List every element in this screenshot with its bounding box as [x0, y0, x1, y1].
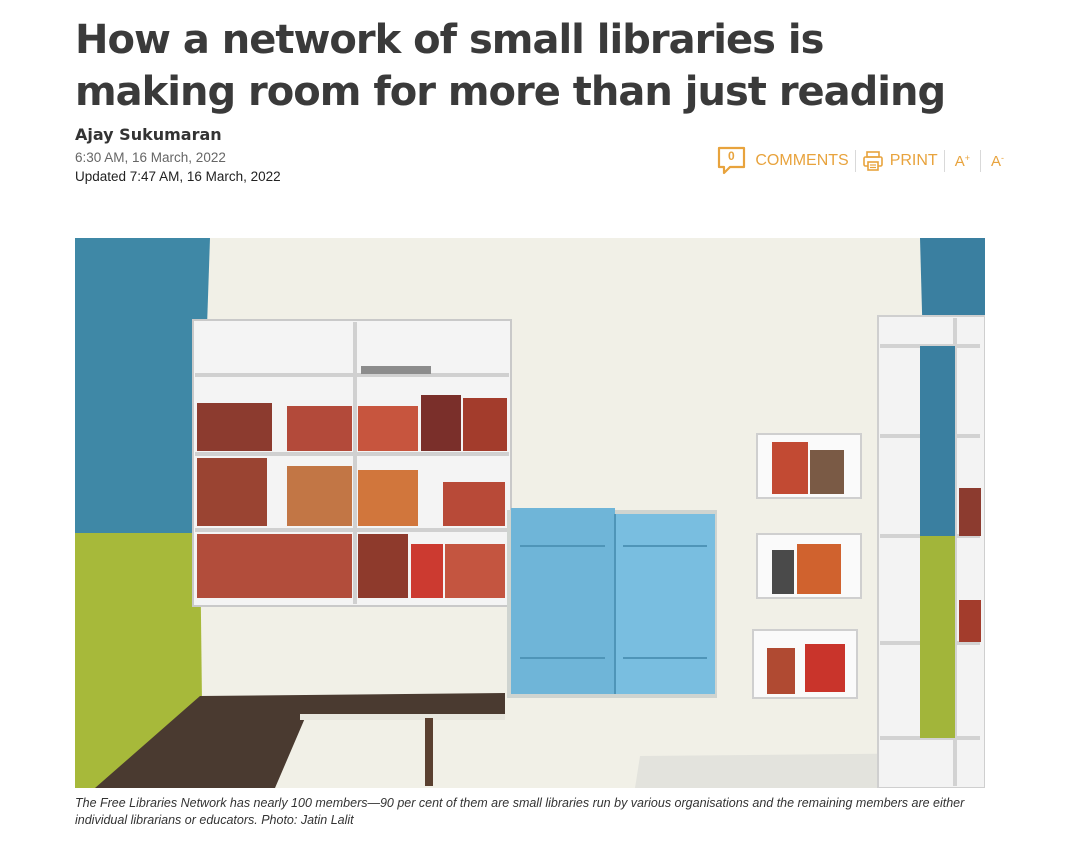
- updated-date: Updated 7:47 AM, 16 March, 2022: [75, 169, 281, 184]
- print-label: PRINT: [889, 152, 938, 169]
- comments-button[interactable]: 0 COMMENTS: [717, 146, 849, 176]
- font-increase-label: A: [954, 152, 965, 170]
- toolbar-divider: [979, 150, 981, 172]
- article-headline: How a network of small libraries is maki…: [75, 17, 946, 115]
- font-decrease-mark: -: [1001, 153, 1004, 163]
- comment-count: 0: [728, 149, 735, 163]
- font-decrease-label: A: [990, 152, 1001, 170]
- article-toolbar: 0 COMMENTS PRINT A + A-: [717, 146, 1008, 176]
- photo-caption: The Free Libraries Network has nearly 10…: [75, 796, 965, 827]
- font-increase-button[interactable]: A +: [951, 153, 974, 170]
- published-date: 6:30 AM, 16 March, 2022: [75, 150, 226, 165]
- comments-label: COMMENTS: [755, 152, 849, 169]
- font-decrease-button[interactable]: A-: [987, 153, 1008, 170]
- comment-icon: 0: [717, 146, 747, 176]
- print-button[interactable]: PRINT: [862, 150, 938, 172]
- toolbar-divider: [943, 150, 945, 172]
- toolbar-divider: [854, 150, 856, 172]
- font-increase-mark: +: [964, 153, 970, 163]
- printer-icon: [862, 150, 884, 172]
- author-name[interactable]: Ajay Sukumaran: [75, 125, 222, 144]
- article-photo: [75, 238, 985, 788]
